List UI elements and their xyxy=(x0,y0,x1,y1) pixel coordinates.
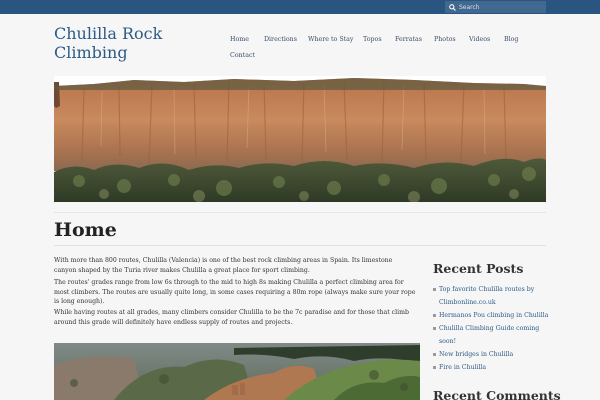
grades-paragraph: The routes' grades range from low 6s thr… xyxy=(54,279,416,305)
title-divider xyxy=(54,245,546,246)
bullet-icon xyxy=(433,352,436,356)
list-item: Fire in Chulilla xyxy=(433,361,553,374)
hero-image xyxy=(54,76,546,202)
list-item: Top favorite Chulilla routes by Climbonl… xyxy=(433,283,553,309)
nav-item-videos[interactable]: Videos xyxy=(469,36,490,43)
list-item: Hermanos Pou climbing in Chulilla xyxy=(433,309,553,322)
search-box[interactable] xyxy=(445,1,546,13)
routes-paragraph: While having routes at all grades, many … xyxy=(54,309,409,326)
bullet-icon xyxy=(433,326,436,330)
search-icon[interactable] xyxy=(445,1,459,13)
site-title[interactable]: Chulilla Rock Climbing xyxy=(54,24,214,62)
post-link[interactable]: Chulilla Climbing Guide coming soon! xyxy=(439,325,539,345)
canyon-photo xyxy=(54,343,420,400)
nav-item-contact[interactable]: Contact xyxy=(230,52,255,59)
nav-item-where-to-stay[interactable]: Where to Stay xyxy=(308,36,353,43)
nav-item-home[interactable]: Home xyxy=(230,36,249,43)
search-input[interactable] xyxy=(459,1,539,13)
page-title: Home xyxy=(54,219,117,241)
intro-paragraph: With more than 800 routes, Chulilla (Val… xyxy=(54,257,393,274)
post-link[interactable]: New bridges in Chulilla xyxy=(439,351,513,358)
list-item: Chulilla Climbing Guide coming soon! xyxy=(433,322,553,348)
recent-posts-heading: Recent Posts xyxy=(433,261,524,276)
bullet-icon xyxy=(433,313,436,317)
post-link[interactable]: Hermanos Pou climbing in Chulilla xyxy=(439,312,548,319)
nav-item-directions[interactable]: Directions xyxy=(264,36,297,43)
nav-item-blog[interactable]: Blog xyxy=(504,36,518,43)
top-bar xyxy=(0,0,600,14)
post-link[interactable]: Fire in Chulilla xyxy=(439,364,486,371)
bullet-icon xyxy=(433,287,436,291)
post-link[interactable]: Top favorite Chulilla routes by Climbonl… xyxy=(439,286,534,306)
bullet-icon xyxy=(433,365,436,369)
recent-posts-list: Top favorite Chulilla routes by Climbonl… xyxy=(433,283,553,374)
nav-item-ferratas[interactable]: Ferratas xyxy=(395,36,422,43)
recent-comments-heading: Recent Comments xyxy=(433,388,561,400)
nav-item-photos[interactable]: Photos xyxy=(434,36,456,43)
hero-divider xyxy=(54,212,546,213)
nav-item-topos[interactable]: Topos xyxy=(363,36,382,43)
list-item: New bridges in Chulilla xyxy=(433,348,553,361)
